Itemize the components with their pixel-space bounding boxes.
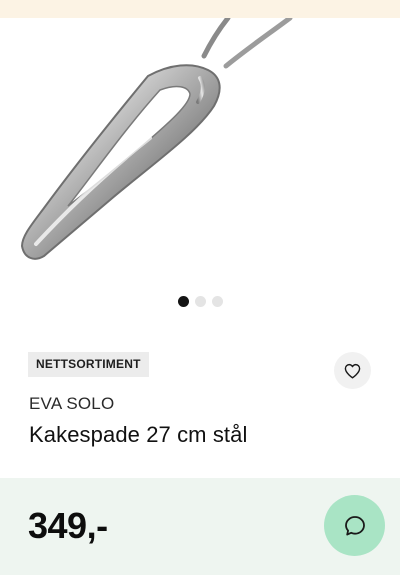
carousel-indicator [0,296,400,307]
price-bar: 349,- [0,478,400,575]
carousel-dot-2[interactable] [194,296,206,307]
product-brand[interactable]: EVA SOLO [29,394,114,414]
cake-server-illustration [20,18,293,260]
product-image[interactable] [0,18,400,280]
product-price: 349,- [28,505,108,546]
favorite-button[interactable] [334,352,371,389]
nettsortiment-badge: NETTSORTIMENT [28,352,149,377]
carousel-dot-3[interactable] [211,296,223,307]
chat-button[interactable] [324,495,385,556]
top-banner-strip [0,0,400,18]
product-title: Kakespade 27 cm stål [29,422,248,447]
carousel-dot-1[interactable] [177,296,189,307]
chat-bubble-icon [344,515,365,535]
heart-icon [344,363,361,378]
product-page: NETTSORTIMENT EVA SOLO Kakespade 27 cm s… [0,0,400,575]
